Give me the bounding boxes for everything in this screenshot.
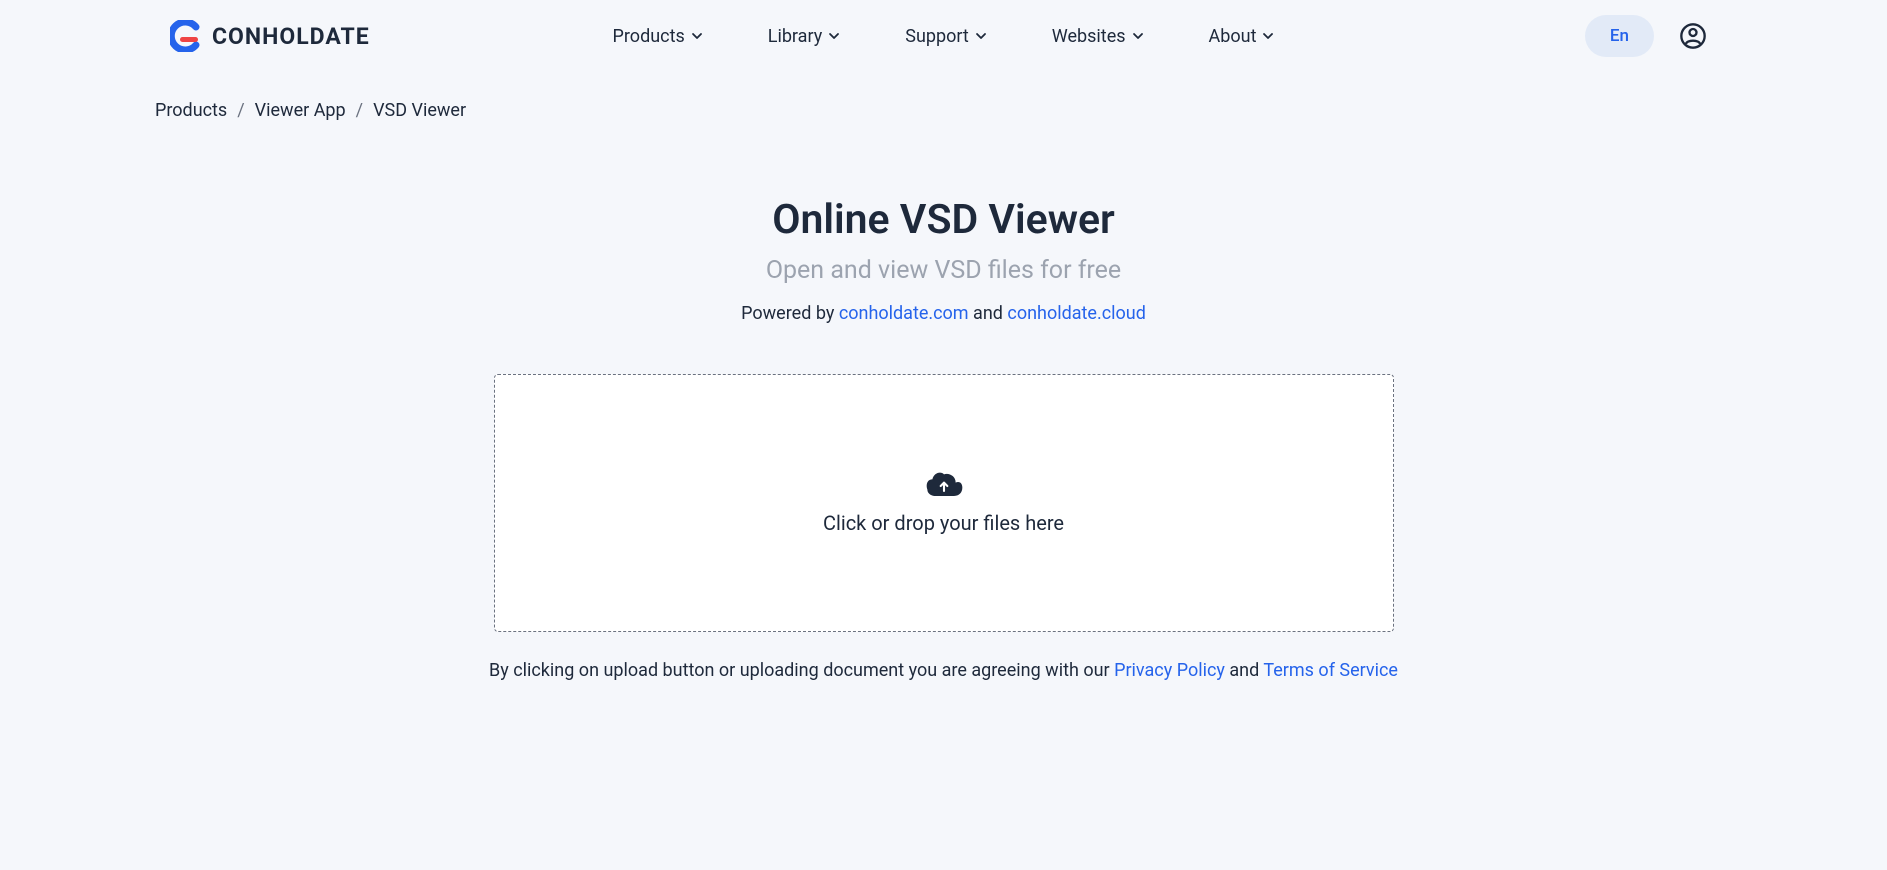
chevron-down-icon: [1132, 30, 1144, 42]
header: CONHOLDATE Products Library Support Webs…: [0, 0, 1887, 72]
chevron-down-icon: [975, 30, 987, 42]
main-content: Online VSD Viewer Open and view VSD file…: [0, 196, 1887, 681]
chevron-down-icon: [691, 30, 703, 42]
logo-icon: [170, 20, 202, 52]
nav-label: Library: [768, 26, 823, 47]
account-icon[interactable]: [1679, 22, 1707, 50]
logo-text: CONHOLDATE: [212, 23, 370, 50]
breadcrumb: Products / Viewer App / VSD Viewer: [0, 72, 1887, 121]
page-subtitle: Open and view VSD files for free: [766, 256, 1121, 285]
terms-of-service-link[interactable]: Terms of Service: [1263, 660, 1398, 681]
privacy-policy-link[interactable]: Privacy Policy: [1114, 660, 1225, 681]
chevron-down-icon: [1262, 30, 1274, 42]
cloud-upload-icon: [924, 471, 964, 501]
nav-library[interactable]: Library: [768, 26, 841, 47]
breadcrumb-viewer-app[interactable]: Viewer App: [255, 100, 346, 121]
breadcrumb-products[interactable]: Products: [155, 100, 227, 121]
nav-label: Websites: [1052, 26, 1126, 47]
page-title: Online VSD Viewer: [772, 196, 1115, 244]
nav-support[interactable]: Support: [905, 26, 987, 47]
header-right: En: [1585, 15, 1707, 57]
conholdate-cloud-link[interactable]: conholdate.cloud: [1007, 303, 1145, 324]
file-dropzone[interactable]: Click or drop your files here: [494, 374, 1394, 632]
nav-about[interactable]: About: [1209, 26, 1275, 47]
nav-menu: Products Library Support Websites About: [613, 26, 1275, 47]
breadcrumb-separator: /: [237, 100, 244, 121]
nav-websites[interactable]: Websites: [1052, 26, 1144, 47]
dropzone-text: Click or drop your files here: [823, 511, 1064, 535]
nav-label: Products: [613, 26, 685, 47]
powered-by-text: Powered by conholdate.com and conholdate…: [741, 303, 1146, 324]
breadcrumb-vsd-viewer[interactable]: VSD Viewer: [373, 100, 466, 121]
nav-products[interactable]: Products: [613, 26, 703, 47]
language-selector[interactable]: En: [1585, 15, 1654, 57]
chevron-down-icon: [828, 30, 840, 42]
terms-prefix: By clicking on upload button or uploadin…: [489, 660, 1114, 681]
conholdate-com-link[interactable]: conholdate.com: [839, 303, 969, 324]
logo[interactable]: CONHOLDATE: [170, 20, 370, 52]
powered-prefix: Powered by: [741, 303, 839, 324]
terms-and: and: [1225, 660, 1263, 681]
terms-text: By clicking on upload button or uploadin…: [489, 660, 1398, 681]
nav-label: About: [1209, 26, 1257, 47]
breadcrumb-separator: /: [356, 100, 363, 121]
nav-label: Support: [905, 26, 969, 47]
powered-and: and: [969, 303, 1008, 324]
